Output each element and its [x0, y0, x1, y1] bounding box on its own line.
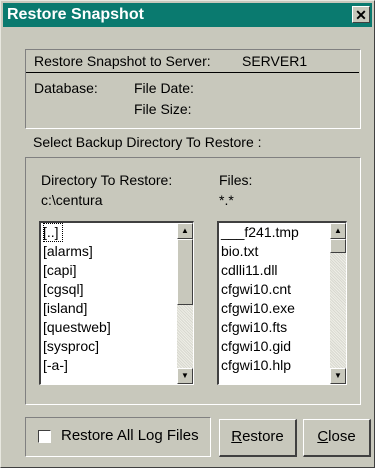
restore-accel: R	[231, 428, 243, 445]
directory-list[interactable]: [..] [alarms] [capi] [cgsql] [island] [q…	[39, 221, 194, 385]
list-item[interactable]: [capi]	[43, 261, 175, 280]
list-item[interactable]: cfgwi10.gid	[221, 337, 328, 356]
select-backup-label: Select Backup Directory To Restore :	[33, 134, 262, 150]
files-list[interactable]: ___f241.tmp bio.txt cdlli11.dll cfgwi10.…	[217, 221, 347, 385]
scroll-up-icon[interactable]: ▲	[330, 223, 346, 239]
directory-item-label: [..]	[43, 223, 63, 242]
restore-snapshot-window: Restore Snapshot ✕ Restore Snapshot to S…	[0, 0, 375, 468]
close-label: lose	[328, 428, 356, 445]
files-pattern: *.*	[219, 192, 234, 208]
scroll-down-icon[interactable]: ▼	[330, 368, 346, 384]
restore-button[interactable]: Restore	[219, 419, 297, 457]
database-label: Database:	[34, 80, 98, 96]
list-item[interactable]: cdlli11.dll	[221, 261, 328, 280]
list-item[interactable]: [cgsql]	[43, 280, 175, 299]
scroll-up-icon[interactable]: ▲	[177, 223, 193, 239]
file-date-label: File Date:	[134, 80, 194, 96]
list-item[interactable]: cfgwi10.cnt	[221, 280, 328, 299]
header-divider	[26, 72, 359, 73]
list-item[interactable]: bio.txt	[221, 242, 328, 261]
list-item[interactable]: ___f241.tmp	[221, 223, 328, 242]
files-label: Files:	[219, 172, 253, 188]
list-item[interactable]: cfgwi10.hlp	[221, 356, 328, 375]
server-label: Restore Snapshot to Server:	[34, 53, 211, 69]
server-name: SERVER1	[242, 53, 308, 69]
list-item[interactable]: [..]	[43, 223, 175, 242]
directory-label: Directory To Restore:	[41, 172, 173, 188]
close-icon[interactable]: ✕	[352, 6, 370, 23]
files-scrollbar[interactable]: ▲ ▼	[330, 223, 346, 384]
list-item[interactable]: cfgwi10.exe	[221, 299, 328, 318]
directory-scrollbar[interactable]: ▲ ▼	[177, 223, 193, 384]
restore-all-log-checkbox[interactable]	[38, 430, 51, 443]
close-accel: C	[317, 428, 329, 445]
scroll-thumb[interactable]	[177, 239, 193, 305]
list-item[interactable]: cfgwi10.fts	[221, 318, 328, 337]
restore-all-log-label[interactable]: Restore All Log Files	[61, 427, 199, 444]
close-button[interactable]: Close	[303, 419, 371, 457]
scroll-thumb[interactable]	[330, 239, 346, 253]
list-item[interactable]: [questweb]	[43, 318, 175, 337]
list-item[interactable]: [-a-]	[43, 356, 175, 375]
list-item[interactable]: [alarms]	[43, 242, 175, 261]
restore-label: estore	[242, 428, 284, 445]
title-bar[interactable]: Restore Snapshot ✕	[3, 3, 372, 27]
list-item[interactable]: [sysproc]	[43, 337, 175, 356]
file-size-label: File Size:	[134, 101, 192, 117]
window-title: Restore Snapshot	[7, 6, 144, 23]
scroll-down-icon[interactable]: ▼	[177, 368, 193, 384]
directory-path: c:\centura	[41, 192, 103, 208]
list-item[interactable]: [island]	[43, 299, 175, 318]
